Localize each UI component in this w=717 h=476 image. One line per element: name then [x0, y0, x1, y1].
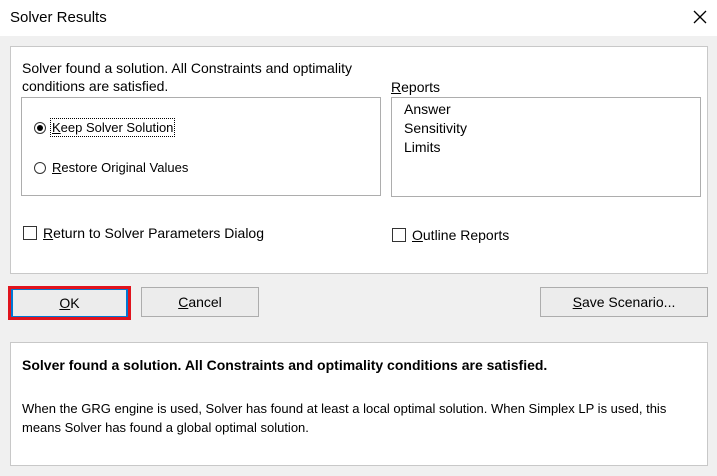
title-bar [0, 0, 717, 36]
restore-values-radio[interactable] [34, 161, 46, 174]
solution-options-group: Keep Solver Solution Restore Original Va… [21, 97, 381, 196]
return-to-parameters-label: Return to Solver Parameters Dialog [43, 225, 264, 241]
reports-label: Reports [391, 79, 441, 95]
return-to-parameters-checkbox[interactable] [23, 226, 37, 240]
outline-reports-label: Outline Reports [412, 227, 510, 243]
explanation-title: Solver found a solution. All Constraints… [22, 357, 548, 373]
keep-solution-label: Keep Solver Solution [49, 118, 176, 137]
report-item-answer[interactable]: Answer [404, 101, 451, 117]
keep-solution-option[interactable]: Keep Solver Solution [34, 118, 176, 137]
radio-selected-dot [37, 124, 43, 131]
solver-status-message: Solver found a solution. All Constraints… [22, 60, 352, 94]
explanation-text: When the GRG engine is used, Solver has … [22, 401, 667, 435]
window-title: Solver Results [10, 9, 107, 26]
outline-reports-option[interactable]: Outline Reports [392, 227, 509, 243]
ok-button[interactable]: OK [11, 288, 128, 318]
reports-listbox[interactable]: Answer Sensitivity Limits [391, 97, 701, 197]
close-icon [693, 10, 707, 24]
restore-values-option[interactable]: Restore Original Values [34, 160, 188, 175]
keep-solution-radio[interactable] [34, 121, 46, 134]
save-scenario-button[interactable]: Save Scenario... [540, 287, 708, 317]
report-item-sensitivity[interactable]: Sensitivity [404, 120, 467, 136]
explanation-panel: Solver found a solution. All Constraints… [10, 342, 708, 466]
restore-values-label: Restore Original Values [52, 160, 189, 175]
close-button[interactable] [688, 5, 712, 29]
return-to-parameters-option[interactable]: Return to Solver Parameters Dialog [23, 225, 264, 241]
cancel-button[interactable]: Cancel [141, 287, 259, 317]
report-item-limits[interactable]: Limits [404, 139, 441, 155]
outline-reports-checkbox[interactable] [392, 228, 406, 242]
